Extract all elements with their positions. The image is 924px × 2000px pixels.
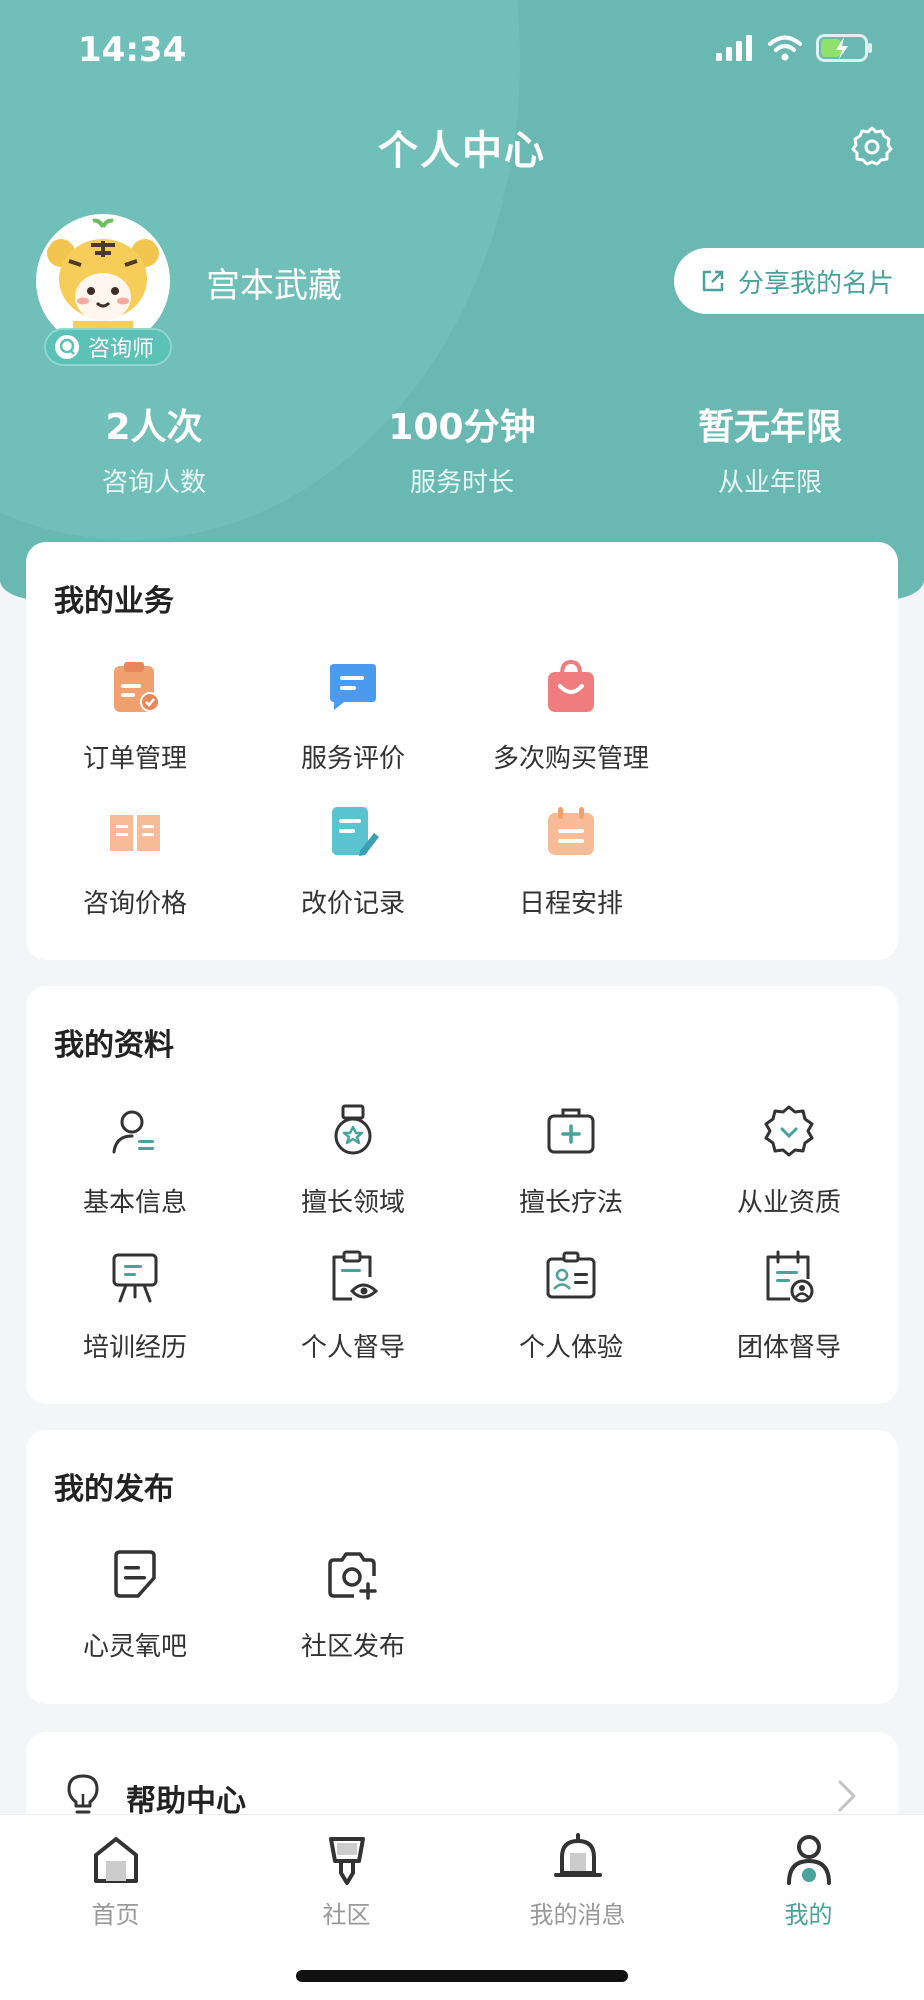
status-bar: 14:34	[0, 0, 924, 100]
share-icon	[702, 270, 724, 292]
item-label: 基本信息	[82, 1188, 187, 1218]
item-label: 团体督导	[736, 1333, 841, 1363]
item-label: 多次购买管理	[492, 744, 649, 774]
share-card-button[interactable]: 分享我的名片	[674, 248, 924, 314]
stat-value: 100分钟	[388, 407, 536, 448]
consult-price-item[interactable]: 咨询价格	[26, 799, 244, 944]
item-label: 个人体验	[518, 1333, 623, 1363]
tab-label: 首页	[91, 1901, 140, 1929]
expertise-therapy-item[interactable]: 擅长疗法	[462, 1098, 680, 1243]
stat-consult-count: 2人次 咨询人数	[0, 398, 308, 499]
camera-plus-icon	[328, 1552, 377, 1600]
note-icon	[114, 1550, 156, 1598]
signal-icon	[716, 35, 752, 61]
lightbulb-icon	[67, 1774, 99, 1814]
multi-purchase-item[interactable]: 多次购买管理	[462, 654, 680, 799]
tab-label: 我的	[784, 1901, 833, 1929]
item-label: 培训经历	[82, 1333, 187, 1363]
role-badge: 咨询师	[44, 328, 173, 366]
community-post-item[interactable]: 社区发布	[244, 1542, 462, 1687]
medal-icon	[334, 1104, 372, 1155]
wifi-icon	[768, 35, 802, 61]
stats-row: 2人次 咨询人数 100分钟 服务时长 暂无年限 从业年限	[0, 398, 924, 499]
section-title: 我的资料	[54, 1028, 174, 1063]
battery-icon	[816, 34, 872, 62]
certified-badge-icon	[764, 1105, 814, 1157]
item-label: 咨询价格	[82, 889, 187, 919]
item-label: 个人督导	[300, 1333, 405, 1363]
personal-supervision-item[interactable]: 个人督导	[244, 1243, 462, 1388]
price-change-record-item[interactable]: 改价记录	[244, 799, 462, 944]
stat-experience-years: 暂无年限 从业年限	[616, 398, 924, 499]
open-book-icon	[110, 815, 160, 851]
status-icons	[716, 34, 874, 62]
publish-card: 我的发布 心灵氧吧 社区发布	[26, 1430, 898, 1704]
calendar-icon	[548, 807, 594, 855]
schedule-item[interactable]: 日程安排	[462, 799, 680, 944]
shopping-bag-icon	[548, 659, 594, 712]
service-review-item[interactable]: 服务评价	[244, 654, 462, 799]
item-label: 心灵氧吧	[82, 1632, 187, 1662]
business-card: 我的业务 订单管理 服务评价 多次购买管理 咨询价格 改价记录 日程安排	[26, 542, 898, 960]
bell-icon	[553, 1833, 602, 1877]
id-card-icon	[546, 1251, 596, 1299]
home-icon	[93, 1837, 138, 1883]
item-label: 擅长领域	[300, 1188, 405, 1218]
tab-home[interactable]: 首页	[0, 1815, 231, 2000]
group-supervision-item[interactable]: 团体督导	[680, 1243, 898, 1388]
medical-kit-icon	[547, 1108, 595, 1154]
item-label: 服务评价	[300, 744, 405, 774]
role-label: 咨询师	[88, 337, 155, 362]
stat-label: 服务时长	[409, 468, 514, 498]
profile-data-card: 我的资料 基本信息 擅长领域 擅长疗法 从业资质 培训经历 个人督导 个人体验 …	[26, 986, 898, 1404]
edit-document-icon	[332, 807, 379, 856]
page-title: 个人中心	[378, 128, 546, 174]
section-title: 我的发布	[54, 1472, 174, 1507]
profile-header: 14:34 个人中心 咨询师 宫本武藏 分享我的名片 2人次 咨询人数 100分…	[0, 0, 924, 600]
item-label: 改价记录	[300, 889, 405, 919]
personal-experience-item[interactable]: 个人体验	[462, 1243, 680, 1388]
calendar-group-icon	[766, 1250, 814, 1303]
qualification-item[interactable]: 从业资质	[680, 1098, 898, 1243]
stat-label: 咨询人数	[101, 468, 206, 498]
item-label: 社区发布	[300, 1632, 405, 1662]
stat-value: 2人次	[105, 407, 203, 448]
user-info-icon	[112, 1110, 154, 1154]
item-label: 从业资质	[736, 1188, 841, 1218]
counselor-icon	[55, 335, 79, 359]
section-title: 我的业务	[54, 584, 174, 619]
tab-label: 我的消息	[529, 1901, 626, 1929]
stat-value: 暂无年限	[697, 407, 842, 448]
order-management-item[interactable]: 订单管理	[26, 654, 244, 799]
gear-icon[interactable]	[850, 124, 894, 168]
community-icon	[328, 1837, 365, 1885]
status-time: 14:34	[78, 30, 187, 70]
username: 宫本武藏	[206, 266, 342, 306]
item-label: 订单管理	[82, 744, 187, 774]
tab-mine[interactable]: 我的	[693, 1815, 924, 2000]
stat-service-duration: 100分钟 服务时长	[308, 398, 616, 499]
stat-label: 从业年限	[717, 468, 822, 498]
tiger-avatar-icon	[39, 217, 167, 345]
item-label: 擅长疗法	[518, 1188, 623, 1218]
tab-label: 社区	[322, 1901, 371, 1929]
order-clipboard-icon	[114, 662, 160, 712]
item-label: 日程安排	[518, 889, 623, 919]
home-indicator	[296, 1970, 628, 1982]
clipboard-eye-icon	[332, 1250, 379, 1301]
basic-info-item[interactable]: 基本信息	[26, 1098, 244, 1243]
chat-review-icon	[330, 664, 376, 710]
expertise-area-item[interactable]: 擅长领域	[244, 1098, 462, 1243]
user-icon	[786, 1835, 831, 1885]
chevron-right-icon	[838, 1780, 856, 1812]
training-experience-item[interactable]: 培训经历	[26, 1243, 244, 1388]
share-button-label: 分享我的名片	[738, 268, 895, 299]
easel-icon	[112, 1253, 158, 1303]
mind-oxygen-bar-item[interactable]: 心灵氧吧	[26, 1542, 244, 1687]
